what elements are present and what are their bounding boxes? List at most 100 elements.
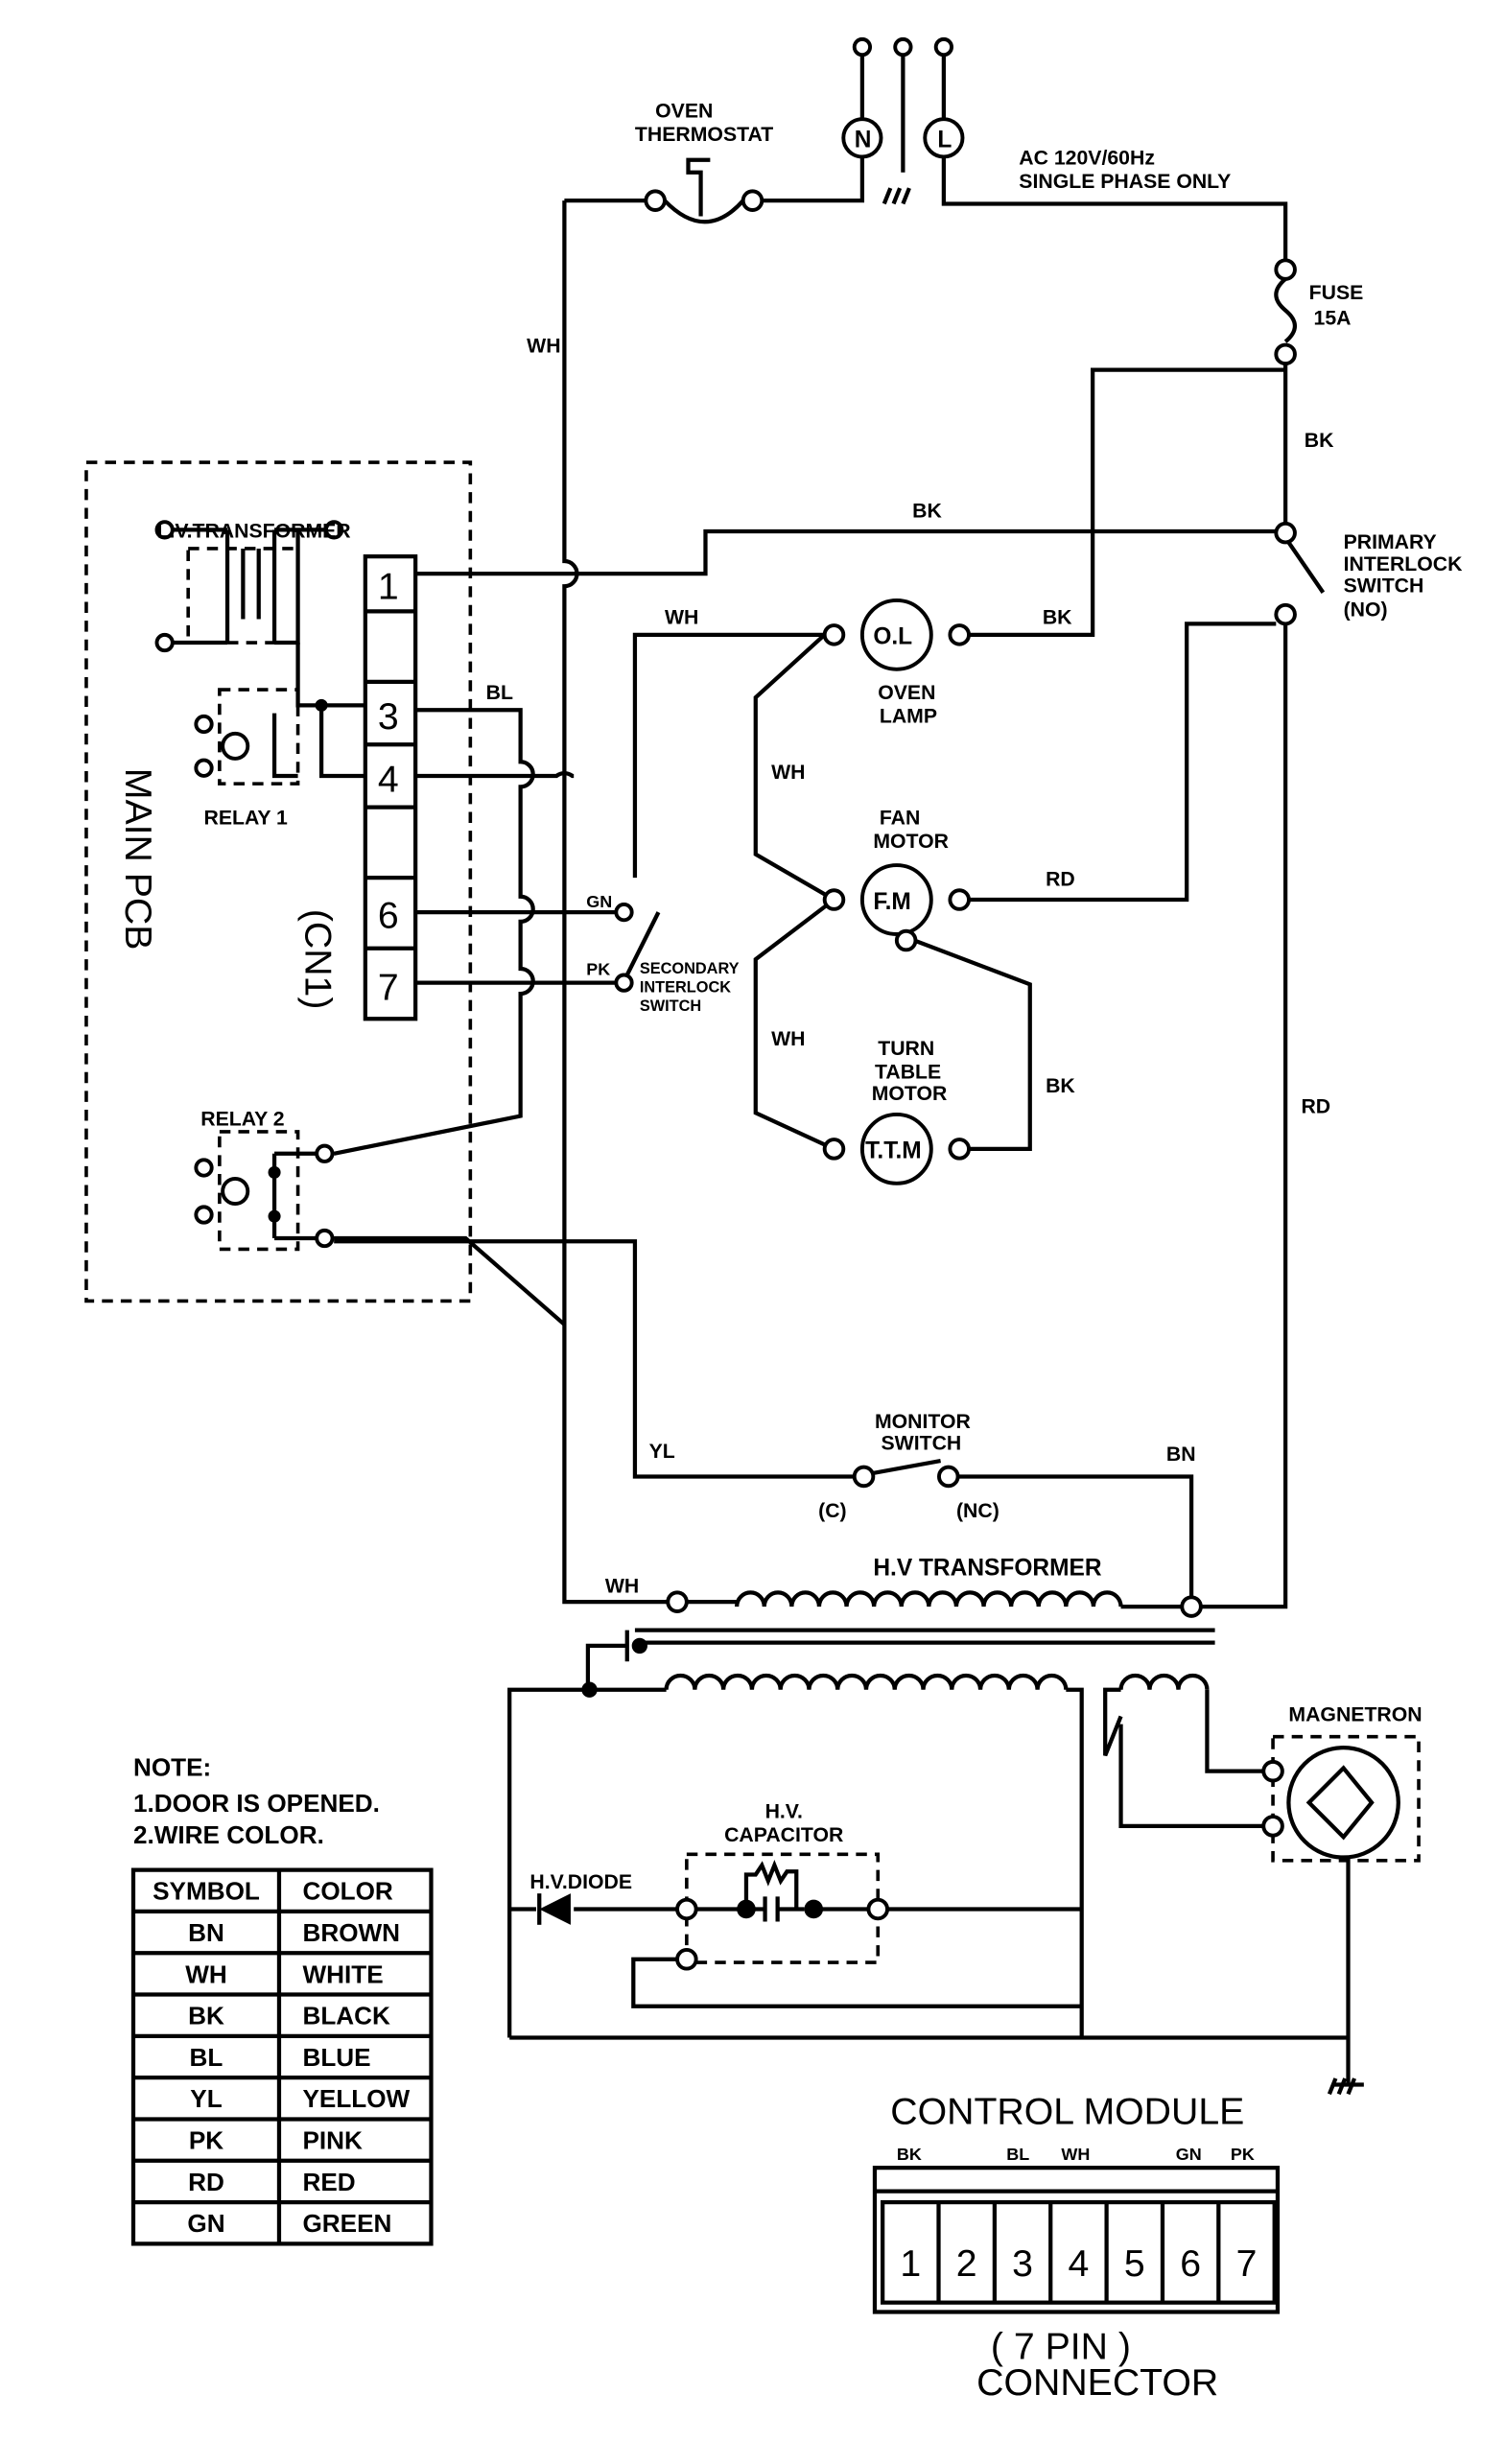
control-module: CONTROL MODULE BK BL WH GN PK 1234567 ( … xyxy=(872,2090,1281,2404)
table-color: BLUE xyxy=(302,2043,370,2072)
connector-pin: 1 xyxy=(900,2242,921,2285)
wire-label: BL xyxy=(486,681,513,704)
cn1-pin-4: 4 xyxy=(378,758,399,800)
fan-motor: F.M FAN MOTOR xyxy=(822,807,971,952)
oven-lamp-label-2: LAMP xyxy=(880,704,937,727)
table-color: BLACK xyxy=(302,2002,390,2030)
wire-label: WH xyxy=(605,1574,639,1597)
hv-diode-label: H.V.DIODE xyxy=(529,1870,632,1893)
coil-winding xyxy=(664,1673,1069,1690)
wire-color-table: SYMBOL COLOR BN BROWN WH WHITE BK BLACK BL BLUE YL… xyxy=(130,1867,434,2246)
table-symbol: WH xyxy=(185,1959,227,1988)
wire-label: GN xyxy=(586,892,612,911)
fan-motor-symbol: F.M xyxy=(873,889,910,915)
cn1-pin-3: 3 xyxy=(378,695,399,738)
lv-transformer-label: L.V.TRANSFORMER xyxy=(156,520,350,543)
table-symbol: BK xyxy=(188,2002,224,2030)
table-symbol: RD xyxy=(188,2168,224,2196)
primary-interlock-switch: PRIMARY INTERLOCK SWITCH (NO) xyxy=(1274,521,1464,626)
wire-label: BK xyxy=(912,499,942,522)
wire-label: WH xyxy=(771,1027,805,1050)
junction-dot xyxy=(315,698,328,712)
relay-2-label: RELAY 2 xyxy=(200,1107,284,1130)
table-header: SYMBOL xyxy=(153,1877,260,1906)
wire-label: PK xyxy=(586,959,610,978)
power-plug: N L AC 120V/60Hz SINGLE PHASE ONLY xyxy=(762,36,1288,264)
table-symbol: BL xyxy=(190,2043,223,2072)
oven-lamp-symbol: O.L xyxy=(873,624,912,650)
oven-lamp-label: OVEN xyxy=(878,681,935,704)
fuse-rating: 15A xyxy=(1314,306,1352,329)
secondary-interlock-switch: SECONDARY INTERLOCK SWITCH xyxy=(614,902,740,1015)
ttm-label-2: TABLE xyxy=(875,1060,941,1083)
fan-motor-label-2: MOTOR xyxy=(873,830,949,853)
thermostat-label: OVEN xyxy=(655,100,713,123)
pin-wire-label: BL xyxy=(1006,2145,1029,2164)
table-color: WHITE xyxy=(302,1959,383,1988)
oven-lamp: O.L OVEN LAMP xyxy=(822,598,971,727)
connector-pin: 4 xyxy=(1069,2242,1090,2285)
monitor-c: (C) xyxy=(818,1499,846,1522)
table-symbol: PK xyxy=(189,2126,223,2155)
fuse-label: FUSE xyxy=(1309,281,1364,304)
cn1-pin-6: 6 xyxy=(378,894,399,936)
monitor-nc: (NC) xyxy=(956,1499,999,1522)
pin-wire-label: PK xyxy=(1231,2145,1255,2164)
primary-switch-label: PRIMARY xyxy=(1344,530,1437,553)
main-pcb: MAIN PCB (CN1) 1 3 4 6 7 L.V.TRANSFORMER… xyxy=(84,460,473,1303)
wire-label: YL xyxy=(649,1440,675,1463)
cn1-pin-1: 1 xyxy=(378,565,399,607)
secondary-switch-label-2: INTERLOCK xyxy=(640,978,731,996)
ttm-label: TURN xyxy=(878,1037,934,1060)
table-color: GREEN xyxy=(302,2209,391,2238)
secondary-switch-label-3: SWITCH xyxy=(640,997,701,1015)
connector-pin: 5 xyxy=(1124,2242,1145,2285)
table-color: YELLOW xyxy=(302,2084,410,2113)
turntable-motor: T.T.M TURN TABLE MOTOR xyxy=(822,1037,971,1185)
wire-labels: WH BK BK WH BK BL WH RD GN PK WH BK RD Y… xyxy=(486,335,1334,1598)
relay-1-label: RELAY 1 xyxy=(204,807,289,830)
hv-capacitor-label-2: CAPACITOR xyxy=(724,1823,843,1846)
hv-transformer: H.V TRANSFORMER xyxy=(507,1555,1274,2038)
wire-label: RD xyxy=(1046,867,1075,890)
coil-winding xyxy=(735,1590,1123,1607)
control-module-title: CONTROL MODULE xyxy=(890,2090,1244,2132)
primary-switch-label-2: INTERLOCK xyxy=(1344,552,1464,575)
wire-label: BK xyxy=(1043,605,1072,628)
table-color: RED xyxy=(302,2168,355,2196)
table-symbol: YL xyxy=(190,2084,222,2113)
note-item: 2.WIRE COLOR. xyxy=(133,1820,324,1849)
magnetron-label: MAGNETRON xyxy=(1288,1702,1422,1725)
hv-capacitor-label: H.V. xyxy=(765,1800,803,1823)
monitor-switch: MONITOR SWITCH (C) (NC) xyxy=(818,1410,999,1522)
hv-capacitor: H.V. CAPACITOR xyxy=(509,1800,1349,2040)
pin-wire-label: BK xyxy=(897,2145,922,2164)
ttm-symbol: T.T.M xyxy=(865,1138,922,1164)
connector-pin: 2 xyxy=(956,2242,977,2285)
table-symbol: BN xyxy=(188,1918,224,1947)
wire-label: WH xyxy=(771,761,805,784)
wire-label: BN xyxy=(1166,1443,1196,1466)
ttm-label-3: MOTOR xyxy=(872,1082,948,1105)
connector-pin: 6 xyxy=(1180,2242,1201,2285)
cn1-label: (CN1) xyxy=(297,909,340,1010)
magnetron: MAGNETRON xyxy=(1261,1702,1423,2096)
fan-motor-label: FAN xyxy=(880,807,920,830)
connector-caption-2: CONNECTOR xyxy=(976,2361,1218,2404)
secondary-switch-label: SECONDARY xyxy=(640,960,740,977)
table-header: COLOR xyxy=(302,1877,392,1906)
thermostat-label-2: THERMOSTAT xyxy=(635,123,773,146)
pin-wire-label: GN xyxy=(1176,2145,1202,2164)
hv-diode: H.V.DIODE xyxy=(529,1870,632,1925)
monitor-switch-label: MONITOR xyxy=(875,1410,971,1433)
power-label: AC 120V/60Hz xyxy=(1019,147,1155,170)
main-pcb-label: MAIN PCB xyxy=(117,768,159,950)
schematic: N L AC 120V/60Hz SINGLE PHASE ONLY OVEN … xyxy=(84,36,1464,2404)
hv-transformer-label: H.V TRANSFORMER xyxy=(873,1555,1101,1581)
table-symbol: GN xyxy=(187,2209,224,2238)
neutral-label: N xyxy=(855,128,872,153)
pin-wire-label: WH xyxy=(1061,2145,1090,2164)
connector-pin: 3 xyxy=(1012,2242,1033,2285)
note-item: 1.DOOR IS OPENED. xyxy=(133,1789,380,1818)
wire-label: BK xyxy=(1305,429,1334,452)
